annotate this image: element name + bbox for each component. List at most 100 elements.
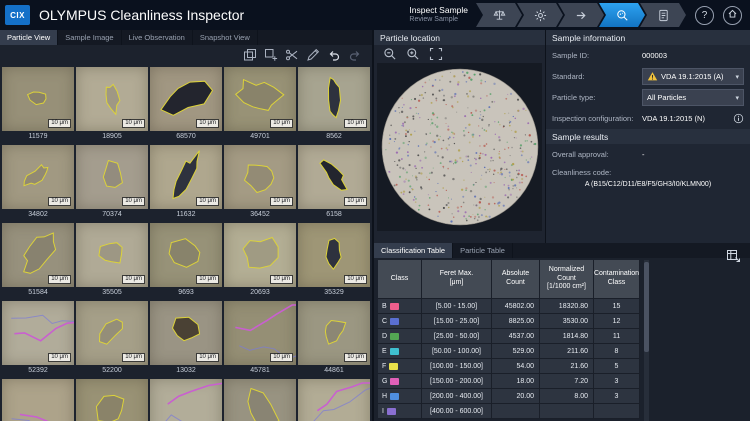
workflow-step-review[interactable]: [599, 3, 645, 27]
workflow-step-report[interactable]: [640, 3, 686, 27]
particle-thumbnail[interactable]: 10 μm: [298, 379, 370, 421]
particle-location-panel: Particle location: [374, 30, 545, 243]
class-letter: F: [382, 363, 386, 370]
sample-membrane-image[interactable]: [379, 66, 541, 228]
particle-id: 35505: [76, 287, 148, 299]
table-row[interactable]: E[50.00 - 100.00]529.00211.608: [378, 344, 640, 359]
particle-thumbnail[interactable]: 10 μm: [150, 379, 222, 421]
particle-thumbnail[interactable]: 10 μm: [76, 379, 148, 421]
fit-view-icon[interactable]: [429, 47, 443, 61]
particle-thumbnail[interactable]: 10 μm9693: [150, 223, 222, 299]
particle-id: 68570: [150, 131, 222, 143]
chevron-down-icon: ▾: [735, 94, 739, 102]
particle-thumbnail[interactable]: 10 μm45781: [224, 301, 296, 377]
particle-thumbnail[interactable]: 10 μm 51584: [2, 223, 74, 299]
particle-thumbnail[interactable]: 10 μm49701: [224, 67, 296, 143]
particle-image: 10 μm: [224, 145, 296, 209]
scale-bar-label: 10 μm: [48, 275, 71, 284]
field-standard: Standard: VDA 19.1:2015 (A) ▾: [546, 66, 750, 87]
table-tabs: Classification TableParticle Table: [374, 243, 750, 258]
particle-location-title: Particle location: [374, 30, 545, 45]
zoom-in-icon[interactable]: [406, 47, 420, 61]
column-header[interactable]: Absolute Count: [492, 260, 540, 299]
tab-classification-table[interactable]: Classification Table: [374, 243, 453, 258]
inspect-icon: [616, 9, 629, 22]
class-color-chip: [390, 333, 399, 340]
table-row[interactable]: F[100.00 - 150.00]54.0021.605: [378, 359, 640, 374]
tab-particle-table[interactable]: Particle Table: [453, 243, 513, 258]
feret-range: [400.00 - 600.00]: [422, 404, 492, 419]
particle-thumbnail[interactable]: 10 μm35505: [76, 223, 148, 299]
column-header[interactable]: Feret Max. [μm]: [422, 260, 492, 299]
contamination-class: 3: [594, 389, 640, 404]
particle-image: 10 μm: [150, 145, 222, 209]
scale-bar-label: 10 μm: [122, 353, 145, 362]
table-row[interactable]: G[150.00 - 200.00]18.007.203: [378, 374, 640, 389]
particle-image: 10 μm: [298, 301, 370, 365]
view-tabs: Particle ViewSample ImageLive Observatio…: [0, 30, 372, 45]
column-header[interactable]: Normalized Count [1/1000 cm²]: [540, 260, 594, 299]
home-button[interactable]: [723, 6, 742, 25]
tab-live-observation[interactable]: Live Observation: [122, 30, 193, 45]
particle-thumbnail[interactable]: 10 μm11579: [2, 67, 74, 143]
particle-thumbnail[interactable]: 10 μm6158: [298, 145, 370, 221]
help-button[interactable]: ?: [695, 6, 714, 25]
particle-thumbnail[interactable]: 10 μm: [2, 379, 74, 421]
undo-icon[interactable]: [327, 48, 341, 62]
table-scrollbar[interactable]: [644, 260, 649, 421]
tab-particle-view[interactable]: Particle View: [0, 30, 58, 45]
gallery-add-icon[interactable]: [264, 48, 278, 62]
particle-thumbnail[interactable]: 10 μm18905: [76, 67, 148, 143]
workflow-step-settings[interactable]: [517, 3, 563, 27]
table-row[interactable]: H[200.00 - 400.00]20.008.003: [378, 389, 640, 404]
particle-thumbnail[interactable]: 10 μm52392: [2, 301, 74, 377]
column-header[interactable]: Class: [378, 260, 422, 299]
table-row[interactable]: C[15.00 - 25.00]8825.003530.0012: [378, 314, 640, 329]
tab-sample-image[interactable]: Sample Image: [58, 30, 121, 45]
table-body: B[5.00 - 15.00]45802.0018320.8015C[15.00…: [378, 299, 640, 419]
particle-id: 9693: [150, 287, 222, 299]
particle-thumbnail[interactable]: 10 μm70374: [76, 145, 148, 221]
particle-thumbnail[interactable]: 10 μm: [224, 379, 296, 421]
particle-thumbnail[interactable]: 10 μm 52200: [76, 301, 148, 377]
workflow-step-prepare[interactable]: [476, 3, 522, 27]
particle-id: 35329: [298, 287, 370, 299]
tab-snapshot-view[interactable]: Snapshot View: [193, 30, 258, 45]
export-table-button[interactable]: [726, 248, 741, 263]
particle-thumbnail[interactable]: 10 μm68570: [150, 67, 222, 143]
table-row[interactable]: B[5.00 - 15.00]45802.0018320.8015: [378, 299, 640, 314]
table-row[interactable]: D[25.00 - 50.00]4537.001814.8011: [378, 329, 640, 344]
particle-thumbnail[interactable]: 10 μm35329: [298, 223, 370, 299]
cut-icon[interactable]: [285, 48, 299, 62]
draw-icon[interactable]: [306, 48, 320, 62]
particle-thumbnail[interactable]: 10 μm20693: [224, 223, 296, 299]
gallery-icon[interactable]: [243, 48, 257, 62]
feret-range: [150.00 - 200.00]: [422, 374, 492, 389]
particle-thumbnail[interactable]: 10 μm44861: [298, 301, 370, 377]
scale-bar-label: 10 μm: [270, 119, 293, 128]
particle-id: 51584: [2, 287, 74, 299]
particle-thumbnail[interactable]: 10 μm11632: [150, 145, 222, 221]
particle-thumbnail[interactable]: 10 μm8562: [298, 67, 370, 143]
workflow-step-label: Inspect Sample: [409, 6, 468, 16]
standard-dropdown[interactable]: VDA 19.1:2015 (A) ▾: [642, 68, 744, 85]
info-icon[interactable]: [733, 113, 744, 124]
particle-thumbnail[interactable]: 10 μm36452: [224, 145, 296, 221]
particle-thumbnail[interactable]: 10 μm13032: [150, 301, 222, 377]
contamination-class: 8: [594, 344, 640, 359]
field-label: Standard:: [552, 72, 642, 81]
class-letter: C: [382, 318, 387, 325]
column-header[interactable]: Contamination Class: [594, 260, 640, 299]
particle-image: 10 μm: [76, 379, 148, 421]
workflow-step-acquire[interactable]: [558, 3, 604, 27]
class-letter: G: [382, 378, 387, 385]
redo-icon[interactable]: [348, 48, 362, 62]
class-color-chip: [387, 408, 396, 415]
particle-type-dropdown[interactable]: All Particles ▾: [642, 89, 744, 106]
table-row[interactable]: I[400.00 - 600.00]: [378, 404, 640, 419]
contamination-class: [594, 404, 640, 419]
zoom-out-icon[interactable]: [383, 47, 397, 61]
particle-thumbnail[interactable]: 10 μm34802: [2, 145, 74, 221]
table-scrollbar-thumb[interactable]: [644, 262, 649, 352]
particle-id: 52200: [76, 365, 148, 377]
